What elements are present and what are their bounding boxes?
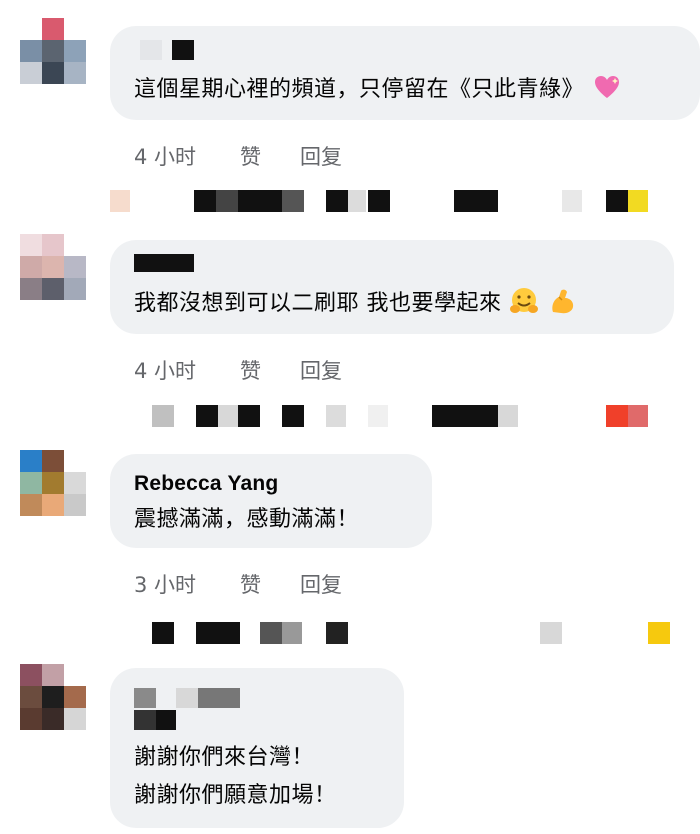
comment-text: 這個星期心裡的頻道，只停留在《只此青綠》 [134,72,622,108]
redacted-reply-row[interactable] [110,622,670,646]
like-button[interactable]: 赞 [240,569,261,599]
comment-text-line-1: 謝謝你們來台灣！ [134,745,315,770]
comment-text: 震撼滿滿，感動滿滿！ [134,507,360,532]
avatar[interactable] [20,450,86,516]
timestamp[interactable]: 3 小时 [134,569,196,599]
comment-bubble: Rebecca Yang 震撼滿滿，感動滿滿！ [110,454,432,548]
reply-button[interactable]: 回复 [300,569,342,599]
comment-bubble: 這個星期心裡的頻道，只停留在《只此青綠》 [110,26,700,120]
hugging-face-icon [510,288,538,313]
reply-button[interactable]: 回复 [300,355,342,385]
timestamp[interactable]: 4 小时 [134,141,196,171]
avatar[interactable] [20,234,86,300]
redacted-reply-row[interactable] [110,190,670,214]
sparkling-heart-icon [594,76,619,98]
redacted-reply-row[interactable] [110,405,670,429]
like-button[interactable]: 赞 [240,355,261,385]
avatar[interactable] [20,18,86,84]
like-button[interactable]: 赞 [240,141,261,171]
author-name[interactable]: Rebecca Yang [134,472,278,496]
comment-text: 我都沒想到可以二刷耶 我也要學起來 [134,286,577,322]
flexed-biceps-icon [551,289,573,314]
avatar[interactable] [20,664,86,730]
comment-bubble: 謝謝你們來台灣！ 謝謝你們願意加場！ [110,668,404,828]
reply-button[interactable]: 回复 [300,141,342,171]
comment-text-line-2: 謝謝你們願意加場！ [134,783,337,808]
comment-bubble: 我都沒想到可以二刷耶 我也要學起來 [110,240,674,334]
timestamp[interactable]: 4 小时 [134,355,196,385]
